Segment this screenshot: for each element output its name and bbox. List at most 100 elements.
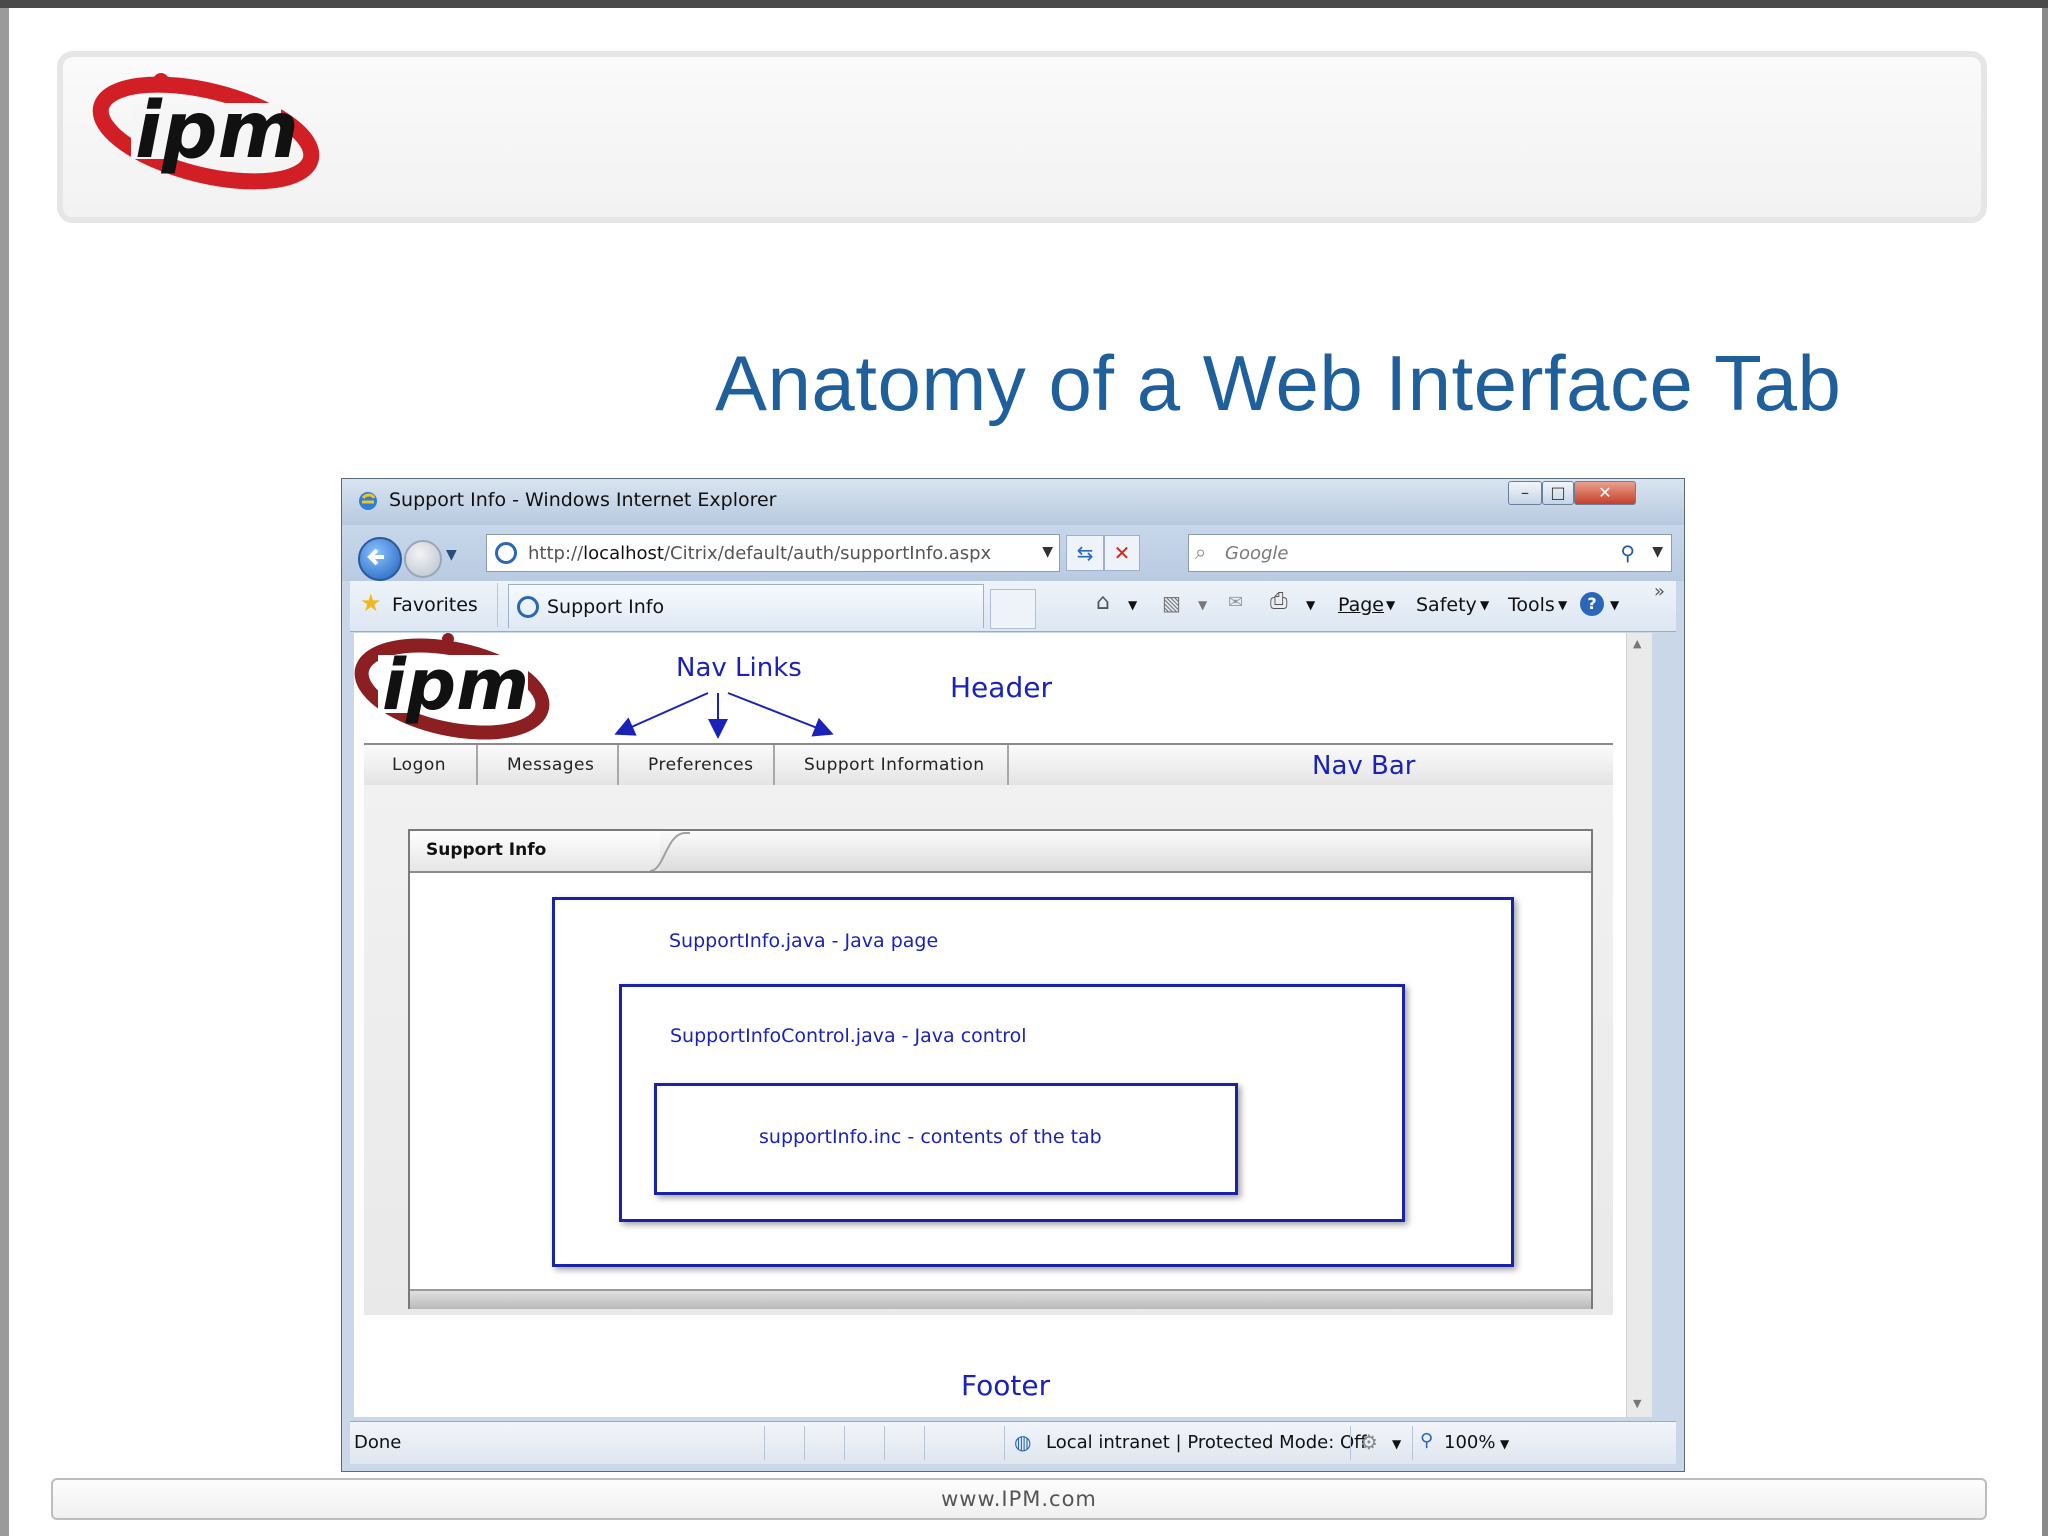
back-arrow-icon <box>367 548 384 566</box>
slide-footer-bar: www.IPM.com <box>51 1478 1987 1520</box>
tab-label: Support Info <box>547 596 665 618</box>
annotation-java-page: SupportInfo.java - Java page <box>669 930 939 952</box>
address-bar[interactable]: http://localhost/Citrix/default/auth/sup… <box>486 534 1060 572</box>
stop-button[interactable]: ✕ <box>1104 535 1140 571</box>
search-options-dropdown-icon[interactable]: ▼ <box>1652 544 1663 560</box>
status-text: Done <box>354 1432 402 1453</box>
feeds-icon[interactable]: ▧ <box>1162 591 1181 615</box>
close-window-button[interactable]: ✕ <box>1574 481 1636 505</box>
browser-tab-support-info[interactable]: Support Info <box>508 584 984 628</box>
support-info-tab-box: Support Info SupportInfo.java - Java pag… <box>408 829 1593 1309</box>
status-separator <box>884 1426 885 1460</box>
security-zone-text[interactable]: Local intranet | Protected Mode: Off <box>1046 1432 1367 1453</box>
forward-button[interactable] <box>404 540 442 578</box>
search-icon: ⌕ <box>1195 540 1207 564</box>
zoom-level[interactable]: 100% <box>1444 1432 1495 1453</box>
footer-url: www.IPM.com <box>941 1487 1097 1511</box>
favorites-button[interactable]: ★ Favorites <box>350 583 498 627</box>
svg-text:ipm: ipm <box>382 644 529 726</box>
slide-header-panel: ipm <box>57 51 1987 223</box>
page-ipm-logo: ipm <box>354 633 550 740</box>
nav-separator <box>773 745 775 785</box>
scroll-up-icon[interactable]: ▲ <box>1633 637 1641 650</box>
home-dropdown-icon[interactable]: ▼ <box>1128 598 1137 612</box>
tab-box-active-tab[interactable]: Support Info <box>410 831 660 871</box>
chevron-more-icon[interactable]: » <box>1654 581 1665 602</box>
tools-menu-dropdown-icon: ▼ <box>1558 598 1568 612</box>
refresh-button[interactable]: ⇆ <box>1066 535 1104 571</box>
search-go-icon[interactable]: ⚲ <box>1620 541 1635 565</box>
annotation-java-control: SupportInfoControl.java - Java control <box>670 1025 1027 1047</box>
java-page-box: SupportInfo.java - Java page SupportInfo… <box>552 897 1514 1267</box>
status-separator <box>1412 1426 1413 1460</box>
annotation-footer: Footer <box>961 1369 1051 1402</box>
slide-title: Anatomy of a Web Interface Tab <box>715 339 1842 427</box>
back-button[interactable] <box>358 537 402 581</box>
annotation-header: Header <box>950 671 1052 704</box>
nav-item-support-information[interactable]: Support Information <box>804 755 985 775</box>
scroll-down-icon[interactable]: ▼ <box>1633 1397 1641 1410</box>
command-bar: ★ Favorites Support Info ⌂ ▼ ▧ ▼ ✉ ⎙ ▼ P… <box>350 581 1676 632</box>
help-dropdown-icon[interactable]: ▼ <box>1610 598 1619 612</box>
address-dropdown-icon[interactable]: ▼ <box>1042 544 1053 560</box>
page-menu[interactable]: Page <box>1338 594 1384 616</box>
top-strip <box>0 0 2048 8</box>
print-dropdown-icon[interactable]: ▼ <box>1306 598 1315 612</box>
safety-menu-dropdown-icon: ▼ <box>1480 598 1490 612</box>
nav-item-messages[interactable]: Messages <box>507 755 594 775</box>
tab-page-icon <box>517 596 539 618</box>
java-control-box: SupportInfoControl.java - Java control s… <box>619 984 1405 1222</box>
status-separator <box>924 1426 925 1460</box>
help-icon[interactable]: ? <box>1580 592 1604 616</box>
history-dropdown-icon[interactable]: ▼ <box>446 547 457 563</box>
status-separator <box>844 1426 845 1460</box>
zoom-icon: ⚲ <box>1420 1430 1434 1451</box>
read-mail-icon[interactable]: ✉ <box>1228 592 1243 613</box>
minimize-button[interactable]: – <box>1508 481 1542 505</box>
status-separator <box>1004 1426 1005 1460</box>
protected-mode-icon[interactable]: ⚙ <box>1360 1430 1378 1454</box>
status-bar: Done ◍ Local intranet | Protected Mode: … <box>350 1421 1676 1464</box>
tools-menu[interactable]: Tools <box>1508 594 1555 616</box>
feeds-dropdown-icon[interactable]: ▼ <box>1198 598 1207 612</box>
ie-icon <box>356 489 380 513</box>
status-separator <box>764 1426 765 1460</box>
nav-links-arrows <box>614 692 834 739</box>
window-title: Support Info - Windows Internet Explorer <box>389 489 777 511</box>
nav-item-logon[interactable]: Logon <box>392 755 446 775</box>
nav-separator <box>617 745 619 785</box>
page-icon <box>495 542 517 564</box>
new-tab-button[interactable] <box>990 589 1036 629</box>
print-icon[interactable]: ⎙ <box>1270 589 1288 614</box>
status-separator <box>804 1426 805 1460</box>
favorites-label: Favorites <box>392 594 478 616</box>
left-border <box>0 8 9 1536</box>
protected-mode-dropdown-icon[interactable]: ▼ <box>1392 1437 1401 1451</box>
vertical-scrollbar[interactable]: ▲ ▼ <box>1626 633 1652 1417</box>
address-text: http://localhost/Citrix/default/auth/sup… <box>528 543 992 564</box>
zoom-dropdown-icon[interactable]: ▼ <box>1500 1437 1509 1451</box>
tab-contents-box: supportInfo.inc - contents of the tab <box>654 1083 1238 1195</box>
home-icon[interactable]: ⌂ <box>1096 590 1110 615</box>
search-field[interactable]: ⌕ Google ⚲ ▼ <box>1188 534 1672 572</box>
maximize-button[interactable]: □ <box>1542 481 1574 505</box>
ipm-logo: ipm <box>92 73 320 190</box>
annotation-nav-bar: Nav Bar <box>1312 751 1416 781</box>
right-border <box>2042 8 2048 1536</box>
tab-box-title: Support Info <box>426 840 547 860</box>
nav-item-preferences[interactable]: Preferences <box>648 755 753 775</box>
tab-box-footer <box>410 1289 1591 1309</box>
search-placeholder: Google <box>1225 543 1289 564</box>
star-icon: ★ <box>360 589 382 617</box>
annotation-tab-contents: supportInfo.inc - contents of the tab <box>759 1126 1102 1148</box>
page-viewport: ipm Nav Links Header Logon Messages Pref… <box>354 633 1650 1417</box>
intranet-globe-icon: ◍ <box>1014 1430 1032 1454</box>
ie-browser-window: Support Info - Windows Internet Explorer… <box>341 478 1685 1472</box>
nav-separator <box>476 745 478 785</box>
svg-text:ipm: ipm <box>135 86 299 176</box>
annotation-nav-links: Nav Links <box>676 653 802 683</box>
page-menu-dropdown-icon: ▼ <box>1386 598 1396 612</box>
tab-curve <box>650 832 690 871</box>
safety-menu[interactable]: Safety <box>1416 594 1477 616</box>
window-titlebar: Support Info - Windows Internet Explorer… <box>342 479 1684 525</box>
